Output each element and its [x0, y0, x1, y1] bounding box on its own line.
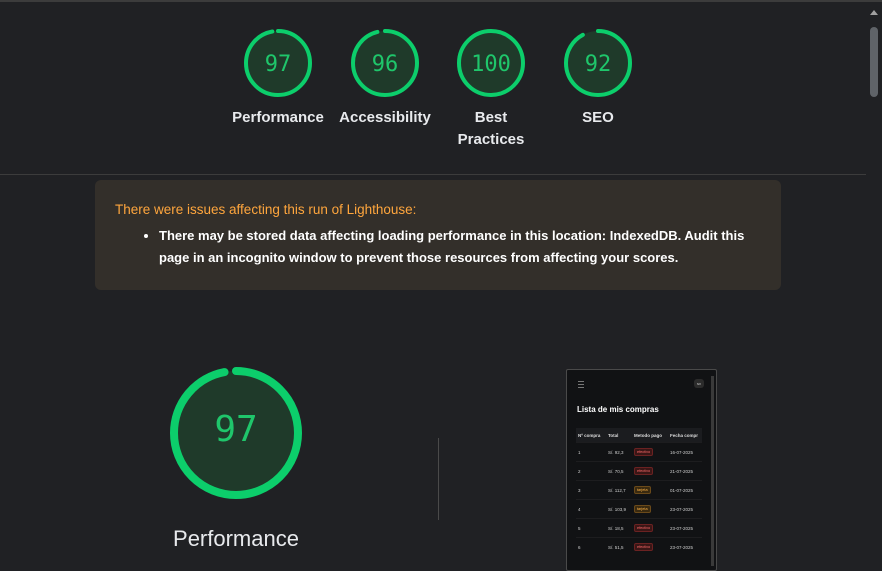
table-header-row: Nº compra Total Metodo pago Fecha compr	[576, 428, 702, 443]
page-scrollbar[interactable]	[866, 5, 882, 553]
table-cell: 01-07-2025	[668, 480, 702, 500]
table-cell: 6	[576, 537, 606, 556]
column-header: Total	[606, 428, 632, 443]
window-top-border	[0, 0, 882, 2]
payment-badge: efectivo	[634, 467, 654, 475]
table-row: 2 S/. 70,5 efectivo 21-07-2025	[576, 461, 702, 481]
column-header: Fecha compr	[668, 428, 702, 443]
gauge-ring-icon: 92	[564, 29, 632, 97]
thumbnail-scrollbar	[711, 376, 714, 566]
gauge-ring-icon: 100	[457, 29, 525, 97]
table-row: 6 S/. 51,5 efectivo 23-07-2025	[576, 537, 702, 556]
lighthouse-warning-box: There were issues affecting this run of …	[95, 180, 781, 290]
table-cell: 2	[576, 461, 606, 481]
table-cell-payment: tarjeta	[632, 480, 668, 500]
table-cell: 23-07-2025	[668, 537, 702, 556]
score-gauge-performance[interactable]: 97 Performance	[223, 27, 333, 129]
purchases-table: Nº compra Total Metodo pago Fecha compr …	[576, 428, 702, 556]
score-gauge-best-practices[interactable]: 100 Best Practices	[436, 27, 546, 151]
table-cell: S/. 18,5	[606, 518, 632, 538]
score-value: 100	[471, 52, 511, 77]
table-cell: S/. 92,3	[606, 442, 632, 462]
table-cell: 4	[576, 499, 606, 519]
table-cell-payment: efectivo	[632, 442, 668, 462]
table-cell-payment: tarjeta	[632, 499, 668, 519]
scroll-thumb[interactable]	[870, 27, 878, 97]
table-cell: S/. 70,5	[606, 461, 632, 481]
section-divider	[0, 174, 866, 175]
table-row: 1 S/. 92,3 efectivo 16-07-2025	[576, 442, 702, 462]
vertical-separator	[438, 438, 439, 520]
warning-list: There may be stored data affecting loadi…	[115, 225, 761, 269]
table-cell-payment: efectivo	[632, 461, 668, 481]
main-score-label: Performance	[173, 526, 299, 551]
table-cell: 23-07-2025	[668, 518, 702, 538]
payment-badge: tarjeta	[634, 505, 651, 513]
table-cell: 1	[576, 442, 606, 462]
warning-item: There may be stored data affecting loadi…	[159, 225, 761, 269]
column-header: Metodo pago	[632, 428, 668, 443]
table-row: 4 S/. 103,9 tarjeta 23-07-2025	[576, 499, 702, 519]
main-score-value: 97	[214, 409, 257, 450]
avatar: sv	[694, 379, 704, 388]
score-label: SEO	[582, 109, 614, 126]
table-cell: 16-07-2025	[668, 442, 702, 462]
screenshot-title: Lista de mis compras	[577, 405, 659, 414]
score-label: Accessibility	[339, 109, 431, 126]
score-label: Performance	[232, 109, 324, 126]
payment-badge: efectivo	[634, 543, 654, 551]
table-cell-payment: efectivo	[632, 518, 668, 538]
main-performance-gauge: 97	[165, 362, 307, 509]
gauge-ring-icon: 97	[244, 29, 312, 97]
table-cell-payment: efectivo	[632, 537, 668, 556]
payment-badge: efectivo	[634, 448, 654, 456]
score-value: 97	[265, 52, 292, 77]
score-gauge-accessibility[interactable]: 96 Accessibility	[330, 27, 440, 129]
table-cell: S/. 103,9	[606, 499, 632, 519]
gauge-ring-icon: 96	[351, 29, 419, 97]
scroll-up-arrow-icon[interactable]	[870, 10, 878, 15]
table-row: 5 S/. 18,5 efectivo 23-07-2025	[576, 518, 702, 538]
score-label: Best Practices	[457, 109, 525, 148]
column-header: Nº compra	[576, 428, 606, 443]
table-cell: 23-07-2025	[668, 499, 702, 519]
payment-badge: efectivo	[634, 524, 654, 532]
score-gauge-seo[interactable]: 92 SEO	[543, 27, 653, 129]
hamburger-menu-icon	[578, 381, 584, 388]
table-cell: S/. 112,7	[606, 480, 632, 500]
table-cell: 5	[576, 518, 606, 538]
warning-title: There were issues affecting this run of …	[115, 202, 417, 217]
gauge-ring-icon: 97	[170, 367, 302, 499]
table-cell: 21-07-2025	[668, 461, 702, 481]
table-cell: 3	[576, 480, 606, 500]
score-value: 92	[585, 52, 612, 77]
table-row: 3 S/. 112,7 tarjeta 01-07-2025	[576, 480, 702, 500]
final-screenshot-thumbnail[interactable]: sv Lista de mis compras Nº compra Total …	[566, 369, 717, 571]
table-cell: S/. 51,5	[606, 537, 632, 556]
payment-badge: tarjeta	[634, 486, 651, 494]
score-value: 96	[372, 52, 399, 77]
